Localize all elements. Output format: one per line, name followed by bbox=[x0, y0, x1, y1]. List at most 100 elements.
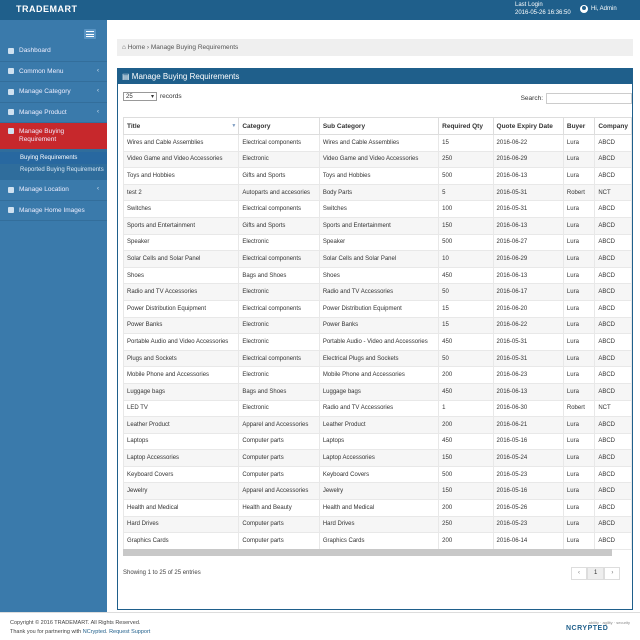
table-row[interactable]: Graphics Cards Computer parts Graphics Car… bbox=[122, 532, 632, 550]
table-cell: 2016-05-16 bbox=[492, 432, 564, 451]
column-header[interactable]: Category bbox=[238, 117, 320, 135]
table-row[interactable]: test 2 Autoparts and accesories Body Parts… bbox=[122, 183, 632, 202]
table-row[interactable]: Toys and Hobbies Gifts and Sports Toys and… bbox=[122, 167, 632, 185]
sidebar-item-label: Manage Product bbox=[19, 108, 67, 116]
table-row[interactable]: Leather Product Apparel and Accessories Le… bbox=[122, 416, 632, 434]
table-cell: ABCD bbox=[594, 349, 632, 368]
table-row[interactable]: Mobile Phone and Accessories Electronic Mo… bbox=[122, 366, 632, 384]
horizontal-scrollbar[interactable] bbox=[123, 549, 612, 556]
sidebar-item-manage-home-images[interactable]: Manage Home Images bbox=[0, 201, 107, 221]
table-cell: Jewelry bbox=[318, 482, 440, 501]
sidebar-item-label: Manage Category bbox=[19, 88, 71, 96]
sidebar-item-dashboard[interactable]: Dashboard bbox=[0, 41, 107, 62]
last-login-label: Last Login bbox=[515, 2, 543, 8]
chevron-left-icon: ‹ bbox=[97, 108, 99, 115]
table-row[interactable]: Luggage bags Bags and Shoes Luggage bags 45… bbox=[122, 382, 632, 401]
next-page-button[interactable]: › bbox=[604, 567, 621, 580]
partner-link[interactable]: NCrypted bbox=[83, 629, 106, 635]
brand-logo[interactable]: TRADEMART bbox=[16, 4, 78, 14]
records-label: records bbox=[160, 93, 182, 100]
user-menu[interactable]: Hi, Admin bbox=[580, 5, 617, 13]
table-cell: Electrical components bbox=[238, 250, 320, 268]
sidebar-subitem-reported-buying-requirements[interactable]: Reported Buying Requirements bbox=[0, 164, 107, 176]
table-cell: ABCD bbox=[594, 216, 632, 235]
table-cell: ABCD bbox=[594, 515, 632, 534]
column-header[interactable]: Buyer bbox=[562, 117, 596, 135]
table-cell: 250 bbox=[438, 515, 494, 534]
table-cell: Electronic bbox=[238, 333, 320, 351]
table-row[interactable]: Solar Cells and Solar Panel Electrical co… bbox=[122, 250, 632, 268]
column-header[interactable]: Company bbox=[594, 117, 632, 135]
column-header-label: Quote Expiry Date bbox=[496, 122, 553, 130]
table-cell: ABCD bbox=[594, 432, 632, 451]
table-cell: ABCD bbox=[594, 482, 632, 501]
table-row[interactable]: Radio and TV Accessories Electronic Radio … bbox=[122, 283, 632, 301]
table-row[interactable]: Switches Electrical components Switches 100… bbox=[122, 200, 632, 218]
table-row[interactable]: Wires and Cable Assemblies Electrical com… bbox=[122, 134, 632, 152]
table-row[interactable]: Portable Audio and Video Accessories Elec… bbox=[122, 333, 632, 351]
table-row[interactable]: Plugs and Sockets Electrical components El… bbox=[122, 349, 632, 368]
table-row[interactable]: LED TV Electronic Radio and TV Accessories… bbox=[122, 399, 632, 418]
breadcrumb: ⌂ Home › Manage Buying Requirements bbox=[117, 39, 633, 56]
table-row[interactable]: Hard Drives Computer parts Hard Drives 250 2… bbox=[122, 515, 632, 534]
sidebar-item-manage-location[interactable]: Manage Location ‹ bbox=[0, 180, 107, 201]
column-header[interactable]: Title ▼ bbox=[122, 117, 240, 135]
table-cell: Robert bbox=[562, 399, 596, 418]
table-row[interactable]: Jewelry Apparel and Accessories Jewelry 150… bbox=[122, 482, 632, 501]
table-body: Wires and Cable Assemblies Electrical com… bbox=[122, 134, 632, 550]
table-row[interactable]: Power Banks Electronic Power Banks 15 2016-0… bbox=[122, 316, 632, 335]
table-cell: Electrical components bbox=[238, 299, 320, 318]
table-row[interactable]: Health and Medical Health and Beauty Healt… bbox=[122, 499, 632, 517]
table-cell: Luggage bags bbox=[122, 382, 240, 401]
table-cell: Speaker bbox=[122, 233, 240, 252]
table-row[interactable]: Shoes Bags and Shoes Shoes 450 2016-06-13 Lur… bbox=[122, 266, 632, 285]
breadcrumb-home[interactable]: Home bbox=[128, 44, 145, 51]
table-row[interactable]: Keyboard Covers Computer parts Keyboard Co… bbox=[122, 465, 632, 484]
table-cell: Toys and Hobbies bbox=[318, 167, 440, 185]
column-header[interactable]: Quote Expiry Date bbox=[492, 117, 564, 135]
partner-text: Thank you for partnering with NCrypted. … bbox=[10, 629, 151, 635]
sidebar-item-manage-product[interactable]: Manage Product ‹ bbox=[0, 103, 107, 123]
table-info: Showing 1 to 25 of 25 entries bbox=[123, 570, 201, 576]
table-cell: Graphics Cards bbox=[122, 532, 240, 550]
search-input[interactable] bbox=[546, 93, 632, 104]
sidebar-item-common-menu[interactable]: Common Menu ‹ bbox=[0, 62, 107, 82]
table-row[interactable]: Power Distribution Equipment Electrical c… bbox=[122, 299, 632, 318]
table-cell: 2016-06-22 bbox=[492, 316, 564, 335]
sidebar-item-manage-buying-requirement[interactable]: Manage Buying Requirement bbox=[0, 123, 107, 150]
column-header-label: Company bbox=[598, 122, 628, 130]
avatar-icon bbox=[580, 5, 588, 13]
column-header[interactable]: Sub Category bbox=[318, 117, 440, 135]
table-cell: ABCD bbox=[594, 233, 632, 252]
table-cell: Lura bbox=[562, 150, 596, 169]
table-cell: Jewelry bbox=[122, 482, 240, 501]
request-support-link[interactable]: Request Support bbox=[109, 629, 150, 635]
table-cell: Lura bbox=[562, 299, 596, 318]
table-cell: Electronic bbox=[238, 316, 320, 335]
table-cell: Lura bbox=[562, 432, 596, 451]
records-per-page-select[interactable]: 25 bbox=[123, 92, 157, 102]
table-cell: Gifts and Sports bbox=[238, 167, 320, 185]
table-row[interactable]: Laptops Computer parts Laptops 450 2016-05-1… bbox=[122, 432, 632, 451]
sidebar-toggle-button[interactable] bbox=[84, 29, 96, 39]
table-cell: Bags and Shoes bbox=[238, 382, 320, 401]
table-cell: 450 bbox=[438, 382, 494, 401]
ncrypted-logo[interactable]: ability · agility · security NCRYPTED bbox=[566, 620, 630, 632]
table-row[interactable]: Speaker Electronic Speaker 500 2016-06-27 Lur… bbox=[122, 233, 632, 252]
previous-page-button[interactable]: ‹ bbox=[571, 567, 587, 580]
table-row[interactable]: Sports and Entertainment Gifts and Sports… bbox=[122, 216, 632, 235]
sidebar-item-manage-category[interactable]: Manage Category ‹ bbox=[0, 82, 107, 103]
table-row[interactable]: Video Game and Video Accessories Electron… bbox=[122, 150, 632, 169]
table-cell: 100 bbox=[438, 200, 494, 218]
column-header[interactable]: Required Qty bbox=[438, 117, 494, 135]
sidebar-subitem-buying-requirements[interactable]: Buying Requirements bbox=[0, 152, 107, 164]
table-cell: NCT bbox=[594, 183, 632, 202]
table-row[interactable]: Laptop Accessories Computer parts Laptop A… bbox=[122, 449, 632, 467]
table-cell: 2016-06-14 bbox=[492, 532, 564, 550]
table-cell: Computer parts bbox=[238, 515, 320, 534]
table-cell: Leather Product bbox=[122, 416, 240, 434]
table-cell: Apparel and Accessories bbox=[238, 416, 320, 434]
table-cell: Computer parts bbox=[238, 465, 320, 484]
table-cell: 200 bbox=[438, 416, 494, 434]
page-1-button[interactable]: 1 bbox=[587, 567, 605, 580]
